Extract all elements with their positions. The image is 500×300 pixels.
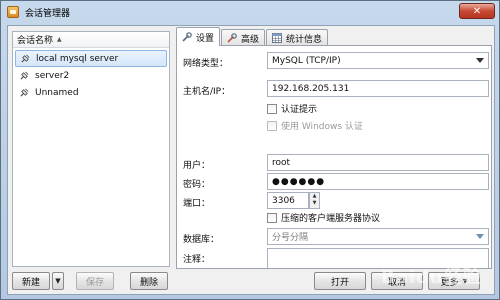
checkbox-box: [267, 120, 277, 131]
checkbox-box: [267, 212, 277, 223]
sort-ascending-icon: ▲: [57, 36, 62, 43]
tab-label: 高级: [241, 34, 260, 45]
port-value: 3306: [272, 195, 295, 206]
user-value: root: [272, 157, 291, 168]
auth-prompt-checkbox[interactable]: 认证提示: [267, 102, 317, 115]
password-label: 密码：: [183, 180, 211, 190]
session-list-panel: 会话名称 ▲ local mysql server server2 Unname…: [12, 31, 170, 267]
database-select[interactable]: 分号分隔: [267, 228, 489, 245]
session-name-column-header[interactable]: 会话名称 ▲: [13, 32, 169, 48]
settings-panel: 网络类型： MySQL (TCP/IP) 主机名/IP： 192.168.205…: [176, 45, 492, 269]
password-value: ●●●●●●: [272, 176, 326, 187]
session-list: local mysql server server2 Unnamed: [13, 48, 169, 101]
network-type-value: MySQL (TCP/IP): [272, 55, 341, 66]
network-type-select[interactable]: MySQL (TCP/IP): [267, 52, 489, 69]
windows-auth-checkbox[interactable]: 使用 Windows 认证: [267, 119, 363, 132]
session-item-label: local mysql server: [36, 53, 119, 64]
windows-auth-label: 使用 Windows 认证: [281, 122, 363, 132]
cancel-button[interactable]: 取消: [371, 272, 423, 290]
open-button[interactable]: 打开: [314, 272, 366, 290]
client-area: 会话名称 ▲ local mysql server server2 Unname…: [7, 25, 495, 295]
plug-icon: [20, 88, 29, 97]
tab-label: 统计信息: [286, 34, 323, 45]
user-label: 用户：: [183, 161, 211, 171]
settings-tab-strip: 设置 高级 统计信息: [176, 27, 329, 46]
host-input[interactable]: 192.168.205.131: [267, 80, 489, 97]
compress-protocol-label: 压缩的客户端服务器协议: [281, 214, 381, 224]
window-title: 会话管理器: [25, 8, 71, 19]
save-button[interactable]: 保存: [76, 272, 114, 290]
session-manager-window: 会话管理器 ✕ 会话名称 ▲ local mysql server server…: [0, 0, 500, 300]
session-item-server2[interactable]: server2: [15, 67, 167, 84]
port-stepper[interactable]: ▲ ▼: [309, 192, 320, 209]
session-item-local-mysql-server[interactable]: local mysql server: [15, 50, 167, 67]
tab-label: 设置: [196, 33, 215, 44]
stepper-up-icon[interactable]: ▲: [310, 193, 319, 200]
password-input[interactable]: ●●●●●●: [267, 173, 489, 190]
compress-protocol-checkbox[interactable]: 压缩的客户端服务器协议: [267, 211, 380, 224]
session-item-label: server2: [35, 70, 70, 81]
wrench-icon: [182, 32, 192, 42]
user-input[interactable]: root: [267, 154, 489, 171]
session-name-header-label: 会话名称: [17, 36, 54, 46]
session-item-label: Unnamed: [35, 87, 79, 98]
chevron-down-icon: [476, 234, 484, 239]
database-placeholder: 分号分隔: [272, 233, 309, 243]
tab-statistics[interactable]: 统计信息: [266, 29, 329, 46]
table-icon: [272, 33, 282, 43]
database-label: 数据库：: [183, 235, 220, 245]
tab-advanced[interactable]: 高级: [221, 29, 266, 46]
notes-label: 注释：: [183, 255, 211, 265]
delete-button[interactable]: 删除: [130, 272, 168, 290]
plug-icon: [20, 71, 29, 80]
more-button[interactable]: 更多 ▼: [428, 272, 480, 290]
plug-icon: [21, 54, 30, 63]
stepper-down-icon[interactable]: ▼: [310, 200, 319, 207]
port-label: 端口：: [183, 199, 211, 209]
chevron-down-icon: [476, 58, 484, 63]
network-type-label: 网络类型：: [183, 59, 229, 69]
close-button[interactable]: ✕: [459, 3, 495, 19]
new-dropdown-arrow[interactable]: ▼: [52, 272, 64, 290]
checkbox-box: [267, 103, 277, 114]
tab-settings[interactable]: 设置: [176, 27, 221, 46]
new-button[interactable]: 新建: [12, 272, 50, 290]
host-label: 主机名/IP：: [183, 87, 231, 97]
more-label: 更多: [440, 277, 459, 288]
auth-prompt-label: 认证提示: [281, 105, 318, 115]
notes-textarea[interactable]: [267, 248, 489, 268]
app-icon: [7, 6, 19, 18]
wrench-icon: [227, 33, 237, 43]
port-input[interactable]: 3306: [267, 192, 309, 209]
host-value: 192.168.205.131: [272, 83, 350, 94]
chevron-down-icon: ▼: [462, 277, 468, 285]
session-item-unnamed[interactable]: Unnamed: [15, 84, 167, 101]
title-bar[interactable]: 会话管理器 ✕: [1, 1, 499, 23]
